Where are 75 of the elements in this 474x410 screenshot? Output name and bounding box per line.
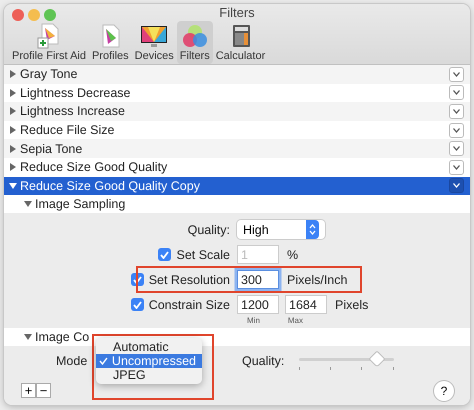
dropdown-button[interactable] bbox=[449, 85, 464, 100]
help-button[interactable]: ? bbox=[434, 380, 454, 401]
dropdown-button[interactable] bbox=[449, 160, 464, 175]
field-caption: Min bbox=[247, 316, 260, 326]
collapsed-triangle-icon bbox=[9, 88, 17, 97]
filter-name: Lightness Decrease bbox=[20, 86, 132, 100]
dropdown-button[interactable] bbox=[449, 141, 464, 156]
unit-label: Pixels bbox=[335, 298, 368, 312]
toolbar-button[interactable]: Profiles bbox=[88, 21, 132, 64]
checkmark-icon bbox=[99, 357, 108, 366]
field-caption: Max bbox=[288, 316, 304, 326]
chevron-icon bbox=[453, 128, 460, 133]
checkbox-label: Constrain Size bbox=[148, 298, 230, 312]
filter-name: Sepia Tone bbox=[20, 142, 84, 156]
checkbox-label: Set Resolution bbox=[148, 272, 230, 287]
chevron-icon bbox=[453, 164, 460, 170]
chevron-icon bbox=[453, 146, 460, 152]
collapsed-triangle-icon bbox=[9, 70, 17, 78]
field-label: Quality: bbox=[242, 354, 284, 368]
dropdown-button[interactable] bbox=[449, 178, 464, 194]
menu-item[interactable]: Automatic bbox=[96, 340, 202, 354]
chevron-icon bbox=[453, 72, 460, 77]
filter-row[interactable]: Lightness Increase bbox=[4, 102, 470, 121]
expanded-triangle-icon bbox=[9, 182, 17, 190]
field-label: Quality: bbox=[188, 222, 230, 237]
section-title: Image Sampling bbox=[35, 197, 126, 212]
toolbar-button[interactable]: Profile First Aid bbox=[9, 21, 89, 64]
dropdown-button[interactable] bbox=[449, 122, 464, 138]
toolbar-button[interactable]: Calculator bbox=[212, 21, 268, 64]
collapsed-triangle-icon bbox=[9, 107, 17, 116]
window-title: Filters bbox=[219, 5, 255, 20]
remove-button[interactable]: − bbox=[36, 383, 51, 398]
color-circles-icon bbox=[180, 23, 209, 49]
filter-name: Reduce File Size bbox=[20, 123, 116, 138]
filter-row[interactable]: Reduce Size Good Quality Copy bbox=[4, 176, 470, 196]
collapsed-triangle-icon bbox=[9, 163, 17, 172]
toolbar-button[interactable]: Devices bbox=[132, 21, 177, 64]
close-button[interactable] bbox=[12, 9, 24, 21]
checkbox-label: Set Scale bbox=[176, 248, 230, 262]
updown-arrows-icon bbox=[309, 224, 316, 236]
collapsed-triangle-icon bbox=[9, 126, 17, 134]
filter-row[interactable]: Gray Tone bbox=[4, 65, 470, 84]
popup-value: High bbox=[243, 222, 269, 237]
add-button[interactable]: + bbox=[21, 383, 36, 398]
input-field[interactable]: 1200 bbox=[237, 295, 279, 314]
filter-name: Reduce Size Good Quality bbox=[20, 160, 168, 174]
checkmark-icon bbox=[160, 250, 170, 259]
dropdown-button[interactable] bbox=[449, 104, 464, 119]
dropdown-button[interactable] bbox=[449, 66, 464, 82]
field-label: Mode bbox=[56, 354, 88, 368]
collapsed-triangle-icon bbox=[9, 144, 17, 153]
unit-label: % bbox=[287, 248, 298, 262]
filter-row[interactable]: Reduce File Size bbox=[4, 120, 470, 140]
checkmark-icon bbox=[132, 300, 142, 309]
monitor-icon bbox=[140, 23, 168, 49]
filter-name: Reduce Size Good Quality Copy bbox=[20, 178, 201, 193]
slider-thumb[interactable] bbox=[370, 352, 384, 366]
input-field[interactable]: 300 bbox=[237, 270, 279, 290]
filter-name: Lightness Increase bbox=[20, 104, 126, 118]
filter-row[interactable]: Reduce Size Good Quality bbox=[4, 158, 470, 177]
menu-item[interactable]: JPEG bbox=[96, 368, 202, 382]
toolbar-button[interactable]: Filters bbox=[176, 21, 213, 64]
menu-item[interactable]: Uncompressed bbox=[96, 354, 202, 368]
unit-label: Pixels/Inch bbox=[287, 272, 348, 287]
checkbox[interactable] bbox=[130, 298, 144, 312]
chevron-icon bbox=[453, 108, 460, 114]
filter-row[interactable]: Lightness Decrease bbox=[4, 84, 470, 102]
section-title: Image Co bbox=[35, 330, 90, 344]
filter-name: Gray Tone bbox=[20, 67, 78, 82]
chevron-icon bbox=[453, 183, 460, 188]
filter-row[interactable]: Sepia Tone bbox=[4, 139, 470, 158]
input-field[interactable]: 1684 bbox=[285, 295, 327, 314]
quality-popup[interactable]: High bbox=[237, 220, 325, 240]
chevron-icon bbox=[453, 90, 460, 96]
checkmark-icon bbox=[132, 276, 142, 284]
